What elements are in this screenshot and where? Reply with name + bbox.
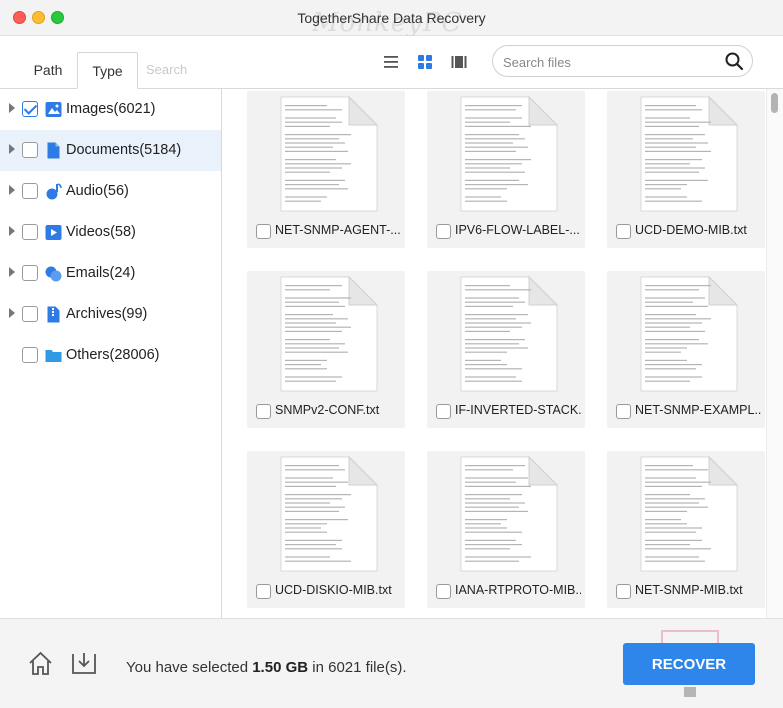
sidebar-item-archives[interactable]: Archives(99) [0,294,221,335]
file-name: UCD-DEMO-MIB.txt [635,223,747,237]
text-file-thumbnail-icon [280,275,379,392]
images-checkbox[interactable] [22,101,38,117]
window-title: TogetherShare Data Recovery [297,10,486,26]
file-card[interactable]: NET-SNMP-AGENT-... [247,91,405,248]
sidebar-item-label: Archives(99) [66,306,148,322]
images-icon [45,102,62,117]
file-checkbox[interactable] [256,404,271,419]
grid-view-icon[interactable] [417,54,433,70]
file-name: NET-SNMP-AGENT-... [275,223,401,237]
audio-checkbox[interactable] [22,183,38,199]
archive-icon [47,306,60,323]
emails-checkbox[interactable] [22,265,38,281]
file-name: SNMPv2-CONF.txt [275,403,380,417]
document-icon [47,142,60,159]
sidebar-item-others[interactable]: Others(28006) [0,335,221,376]
sidebar-search-placeholder[interactable]: Search [146,62,187,77]
file-checkbox[interactable] [256,224,271,239]
email-icon [45,266,62,282]
list-view-icon[interactable] [383,54,399,70]
file-card[interactable]: NET-SNMP-EXAMPL... [607,271,765,428]
file-checkbox[interactable] [436,224,451,239]
sidebar-item-images[interactable]: Images(6021) [0,89,221,130]
status-middle: in [308,659,329,676]
footer-bar: You have selected 1.50 GB in 6021 file(s… [0,618,783,708]
videos-checkbox[interactable] [22,224,38,240]
text-file-thumbnail-icon [460,455,559,572]
others-checkbox[interactable] [22,347,38,363]
expand-arrow-icon[interactable] [9,267,15,277]
file-checkbox[interactable] [436,584,451,599]
file-checkbox[interactable] [616,584,631,599]
file-name: NET-SNMP-EXAMPL... [635,403,761,417]
file-name: UCD-DISKIO-MIB.txt [275,583,392,597]
text-file-thumbnail-icon [280,455,379,572]
recover-button[interactable]: RECOVER [623,643,755,685]
text-file-thumbnail-icon [640,275,739,392]
audio-icon [46,183,62,200]
expand-arrow-icon[interactable] [9,185,15,195]
sidebar-item-emails[interactable]: Emails(24) [0,253,221,294]
sidebar-item-videos[interactable]: Videos(58) [0,212,221,253]
vertical-scrollbar[interactable] [766,89,783,618]
search-input[interactable] [503,53,703,71]
file-count: 6021 [328,659,362,676]
sidebar-item-label: Others(28006) [66,347,160,363]
file-card[interactable]: NET-SNMP-MIB.txt [607,451,765,608]
file-card[interactable]: UCD-DISKIO-MIB.txt [247,451,405,608]
search-icon[interactable] [724,51,744,71]
file-checkbox[interactable] [616,404,631,419]
file-checkbox[interactable] [256,584,271,599]
file-name: IANA-RTPROTO-MIB... [455,583,581,597]
sidebar-item-label: Documents(5184) [66,142,182,158]
file-card[interactable]: IF-INVERTED-STACK... [427,271,585,428]
sidebar-item-label: Emails(24) [66,265,136,281]
category-sidebar: Images(6021) Documents(5184) Audio(56) V… [0,89,222,618]
documents-checkbox[interactable] [22,142,38,158]
search-box [492,45,753,77]
sidebar-item-audio[interactable]: Audio(56) [0,171,221,212]
status-suffix: file(s). [361,659,407,676]
text-file-thumbnail-icon [280,95,379,212]
expand-arrow-icon[interactable] [9,144,15,154]
status-prefix: You have selected [126,659,253,676]
file-card[interactable]: UCD-DEMO-MIB.txt [607,91,765,248]
expand-arrow-icon[interactable] [9,226,15,236]
expand-arrow-icon[interactable] [9,103,15,113]
file-checkbox[interactable] [436,404,451,419]
text-file-thumbnail-icon [460,275,559,392]
home-icon[interactable] [28,651,53,676]
sidebar-item-documents[interactable]: Documents(5184) [0,130,221,171]
expand-arrow-icon[interactable] [9,308,15,318]
selection-status: You have selected 1.50 GB in 6021 file(s… [126,659,406,676]
file-card[interactable]: IPV6-FLOW-LABEL-... [427,91,585,248]
toolbar: Path Type Search [0,36,783,89]
title-bar: MonkeyPC TogetherShare Data Recovery [0,0,783,38]
text-file-thumbnail-icon [640,455,739,572]
tab-type[interactable]: Type [77,52,138,89]
file-card[interactable]: SNMPv2-CONF.txt [247,271,405,428]
scrollbar-thumb[interactable] [771,93,778,113]
file-name: NET-SNMP-MIB.txt [635,583,743,597]
file-name: IF-INVERTED-STACK... [455,403,581,417]
sidebar-item-label: Videos(58) [66,224,136,240]
file-checkbox[interactable] [616,224,631,239]
download-icon[interactable] [71,651,97,676]
selected-size: 1.50 GB [252,659,309,676]
sidebar-item-label: Images(6021) [66,101,156,117]
file-name: IPV6-FLOW-LABEL-... [455,223,580,237]
text-file-thumbnail-icon [460,95,559,212]
folder-icon [45,350,62,362]
text-file-thumbnail-icon [640,95,739,212]
file-card[interactable]: IANA-RTPROTO-MIB... [427,451,585,608]
archives-checkbox[interactable] [22,306,38,322]
file-grid: NET-SNMP-AGENT-... IPV6-FLOW-LABEL-... UCD… [222,89,766,618]
sidebar-item-label: Audio(56) [66,183,129,199]
video-icon [45,225,62,240]
preview-view-icon[interactable] [451,54,467,70]
tab-path[interactable]: Path [22,52,74,89]
